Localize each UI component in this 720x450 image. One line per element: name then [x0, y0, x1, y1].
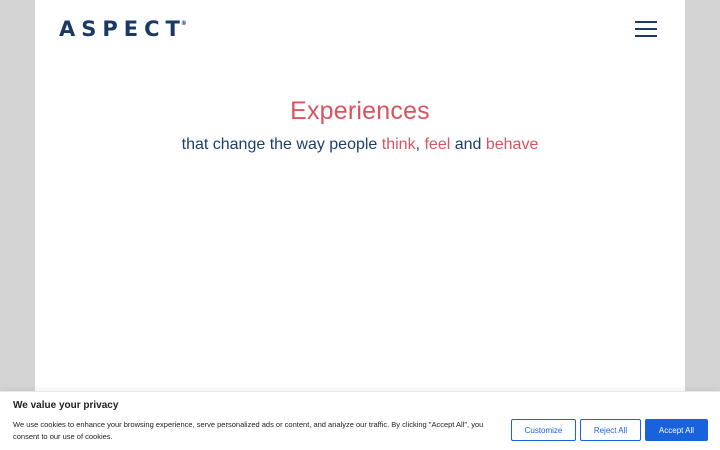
- customize-button[interactable]: Customize: [511, 419, 576, 441]
- word-think: think: [381, 136, 416, 153]
- hero-subtitle: that change the way people think, feel a…: [35, 136, 685, 154]
- subtitle-prefix: that change the way people: [181, 136, 382, 153]
- aspect-logo[interactable]: ASPECT®: [59, 19, 192, 40]
- word-feel: feel: [424, 136, 451, 153]
- menu-line-bottom: [635, 35, 657, 37]
- logo-text: ASPECT: [59, 17, 186, 41]
- accept-all-button[interactable]: Accept All: [645, 419, 708, 441]
- cookie-banner-text: We use cookies to enhance your browsing …: [13, 420, 484, 441]
- word-behave: behave: [485, 136, 539, 153]
- menu-line-top: [635, 21, 657, 23]
- page-container: ASPECT® Experiences that change the way …: [35, 0, 685, 450]
- cookie-banner-title: We value your privacy: [13, 400, 119, 411]
- registered-mark: ®: [180, 20, 187, 27]
- reject-all-button[interactable]: Reject All: [580, 419, 641, 441]
- hamburger-menu-icon[interactable]: [635, 20, 659, 39]
- hero-title: Experiences: [290, 97, 430, 125]
- cookie-consent-banner: We value your privacy We use cookies to …: [0, 391, 720, 450]
- menu-line-middle: [635, 28, 657, 30]
- subtitle-and: and: [450, 136, 486, 153]
